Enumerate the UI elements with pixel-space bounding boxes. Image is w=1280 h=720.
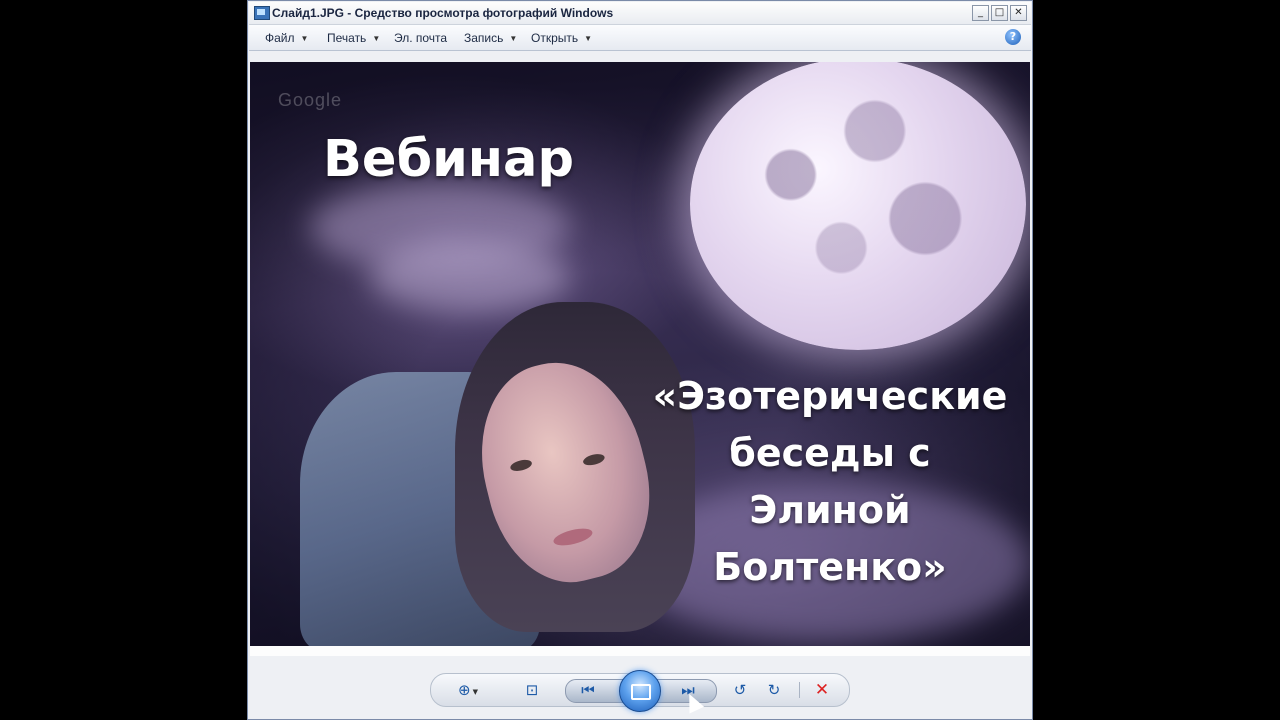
navigation-toolbar: ⊕ ▼ ⊡ ⏮ ⏭ ↺ ↻ ✕ — [430, 670, 850, 712]
menu-file-label: Файл — [265, 31, 295, 45]
photo-viewer-window: Слайд1.JPG - Средство просмотра фотограф… — [247, 0, 1033, 720]
chevron-down-icon: ▼ — [300, 34, 309, 43]
window-title: Слайд1.JPG - Средство просмотра фотограф… — [272, 6, 614, 20]
zoom-icon: ⊕ — [458, 681, 471, 699]
menu-print[interactable]: Печать ▼ — [327, 31, 380, 45]
help-icon[interactable]: ? — [1005, 29, 1021, 45]
slide-subtitle-line: беседы с Элиной — [729, 431, 931, 532]
slide-subtitle-line: Болтенко» — [713, 545, 947, 589]
watermark-text: Google — [278, 90, 343, 110]
chevron-down-icon: ▼ — [509, 34, 518, 43]
previous-icon: ⏮ — [581, 681, 595, 699]
toolbar-divider — [799, 682, 800, 698]
portrait-eye — [581, 452, 606, 468]
minimize-button[interactable]: _ — [972, 5, 989, 21]
rotate-clockwise-icon: ↻ — [767, 681, 781, 699]
title-bar: Слайд1.JPG - Средство просмотра фотограф… — [249, 2, 1031, 25]
app-icon — [254, 6, 270, 20]
slide-subtitle: «Эзотерические беседы с Элиной Болтенко» — [645, 368, 1015, 596]
menu-file[interactable]: Файл ▼ — [265, 31, 308, 45]
slide-title: Вебинар — [323, 130, 574, 189]
rotate-counterclockwise-icon: ↺ — [733, 681, 747, 699]
rotate-counterclockwise-button[interactable]: ↺ — [727, 678, 753, 702]
menu-open-label: Открыть — [531, 31, 579, 45]
actual-size-button[interactable]: ⊡ — [519, 678, 545, 702]
menu-burn-label: Запись — [464, 31, 504, 45]
rotate-clockwise-button[interactable]: ↻ — [761, 678, 787, 702]
portrait-eye — [509, 457, 533, 473]
menu-email-label: Эл. почта — [394, 31, 448, 45]
maximize-button[interactable]: □ — [991, 5, 1008, 21]
delete-icon: ✕ — [814, 680, 830, 700]
previous-button[interactable]: ⏮ — [575, 678, 601, 702]
chevron-down-icon: ▼ — [584, 34, 593, 43]
photo-bottom-edge — [250, 646, 1030, 656]
close-button[interactable]: ✕ — [1010, 5, 1027, 21]
slide-subtitle-line: «Эзотерические — [652, 374, 1008, 418]
menu-burn[interactable]: Запись ▼ — [464, 31, 517, 45]
moon-image — [690, 62, 1026, 350]
menu-print-label: Печать — [327, 31, 367, 45]
photo-display: Google Вебинар «Эзотерические беседы с Э… — [250, 62, 1030, 646]
fit-window-icon: ⊡ — [525, 681, 539, 699]
portrait-lips — [551, 525, 595, 549]
window-controls: _ □ ✕ — [972, 5, 1027, 21]
chevron-down-icon: ▼ — [372, 34, 381, 43]
zoom-button[interactable]: ⊕ ▼ — [455, 678, 481, 702]
menu-bar: Файл ▼ Печать ▼ Эл. почта Запись ▼ Открыть ▼… — [249, 25, 1031, 51]
chevron-down-icon: ▼ — [472, 688, 478, 696]
slideshow-button[interactable] — [619, 670, 661, 712]
menu-open[interactable]: Открыть ▼ — [531, 31, 592, 45]
delete-button[interactable]: ✕ — [809, 678, 835, 702]
portrait — [280, 262, 700, 646]
menu-email[interactable]: Эл. почта — [394, 31, 447, 45]
